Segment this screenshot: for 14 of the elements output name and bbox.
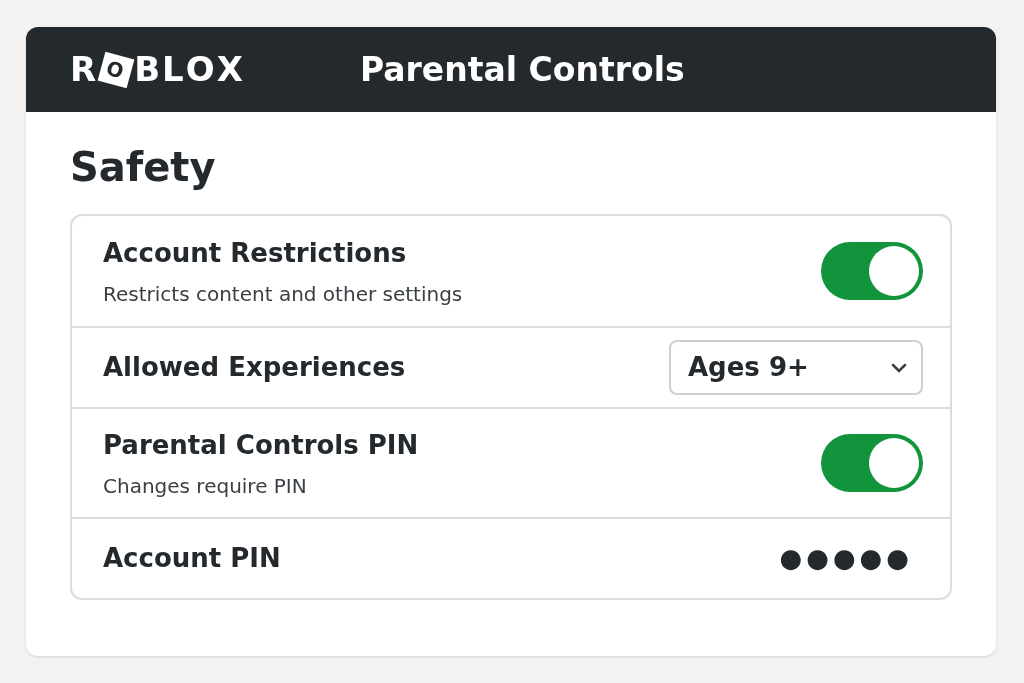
setting-label: Account Restrictions <box>103 236 408 270</box>
chevron-down-icon <box>891 362 907 373</box>
section-title: Safety <box>70 143 217 192</box>
setting-description: Changes require PIN <box>103 472 308 500</box>
setting-description: Restricts content and other settings <box>103 280 463 308</box>
logo[interactable]: ROBLOX <box>70 44 270 95</box>
toggle-switch[interactable] <box>821 242 923 300</box>
page-title: Parental Controls <box>360 48 685 91</box>
setting-label: Parental Controls PIN <box>103 428 419 462</box>
setting-label: Allowed Experiences <box>103 351 406 384</box>
setting-label: Account PIN <box>103 542 281 575</box>
toggle-switch[interactable] <box>821 434 923 492</box>
age-dropdown[interactable]: Ages 9+ <box>669 340 923 395</box>
masked-pin: ●●●●● <box>779 542 913 575</box>
